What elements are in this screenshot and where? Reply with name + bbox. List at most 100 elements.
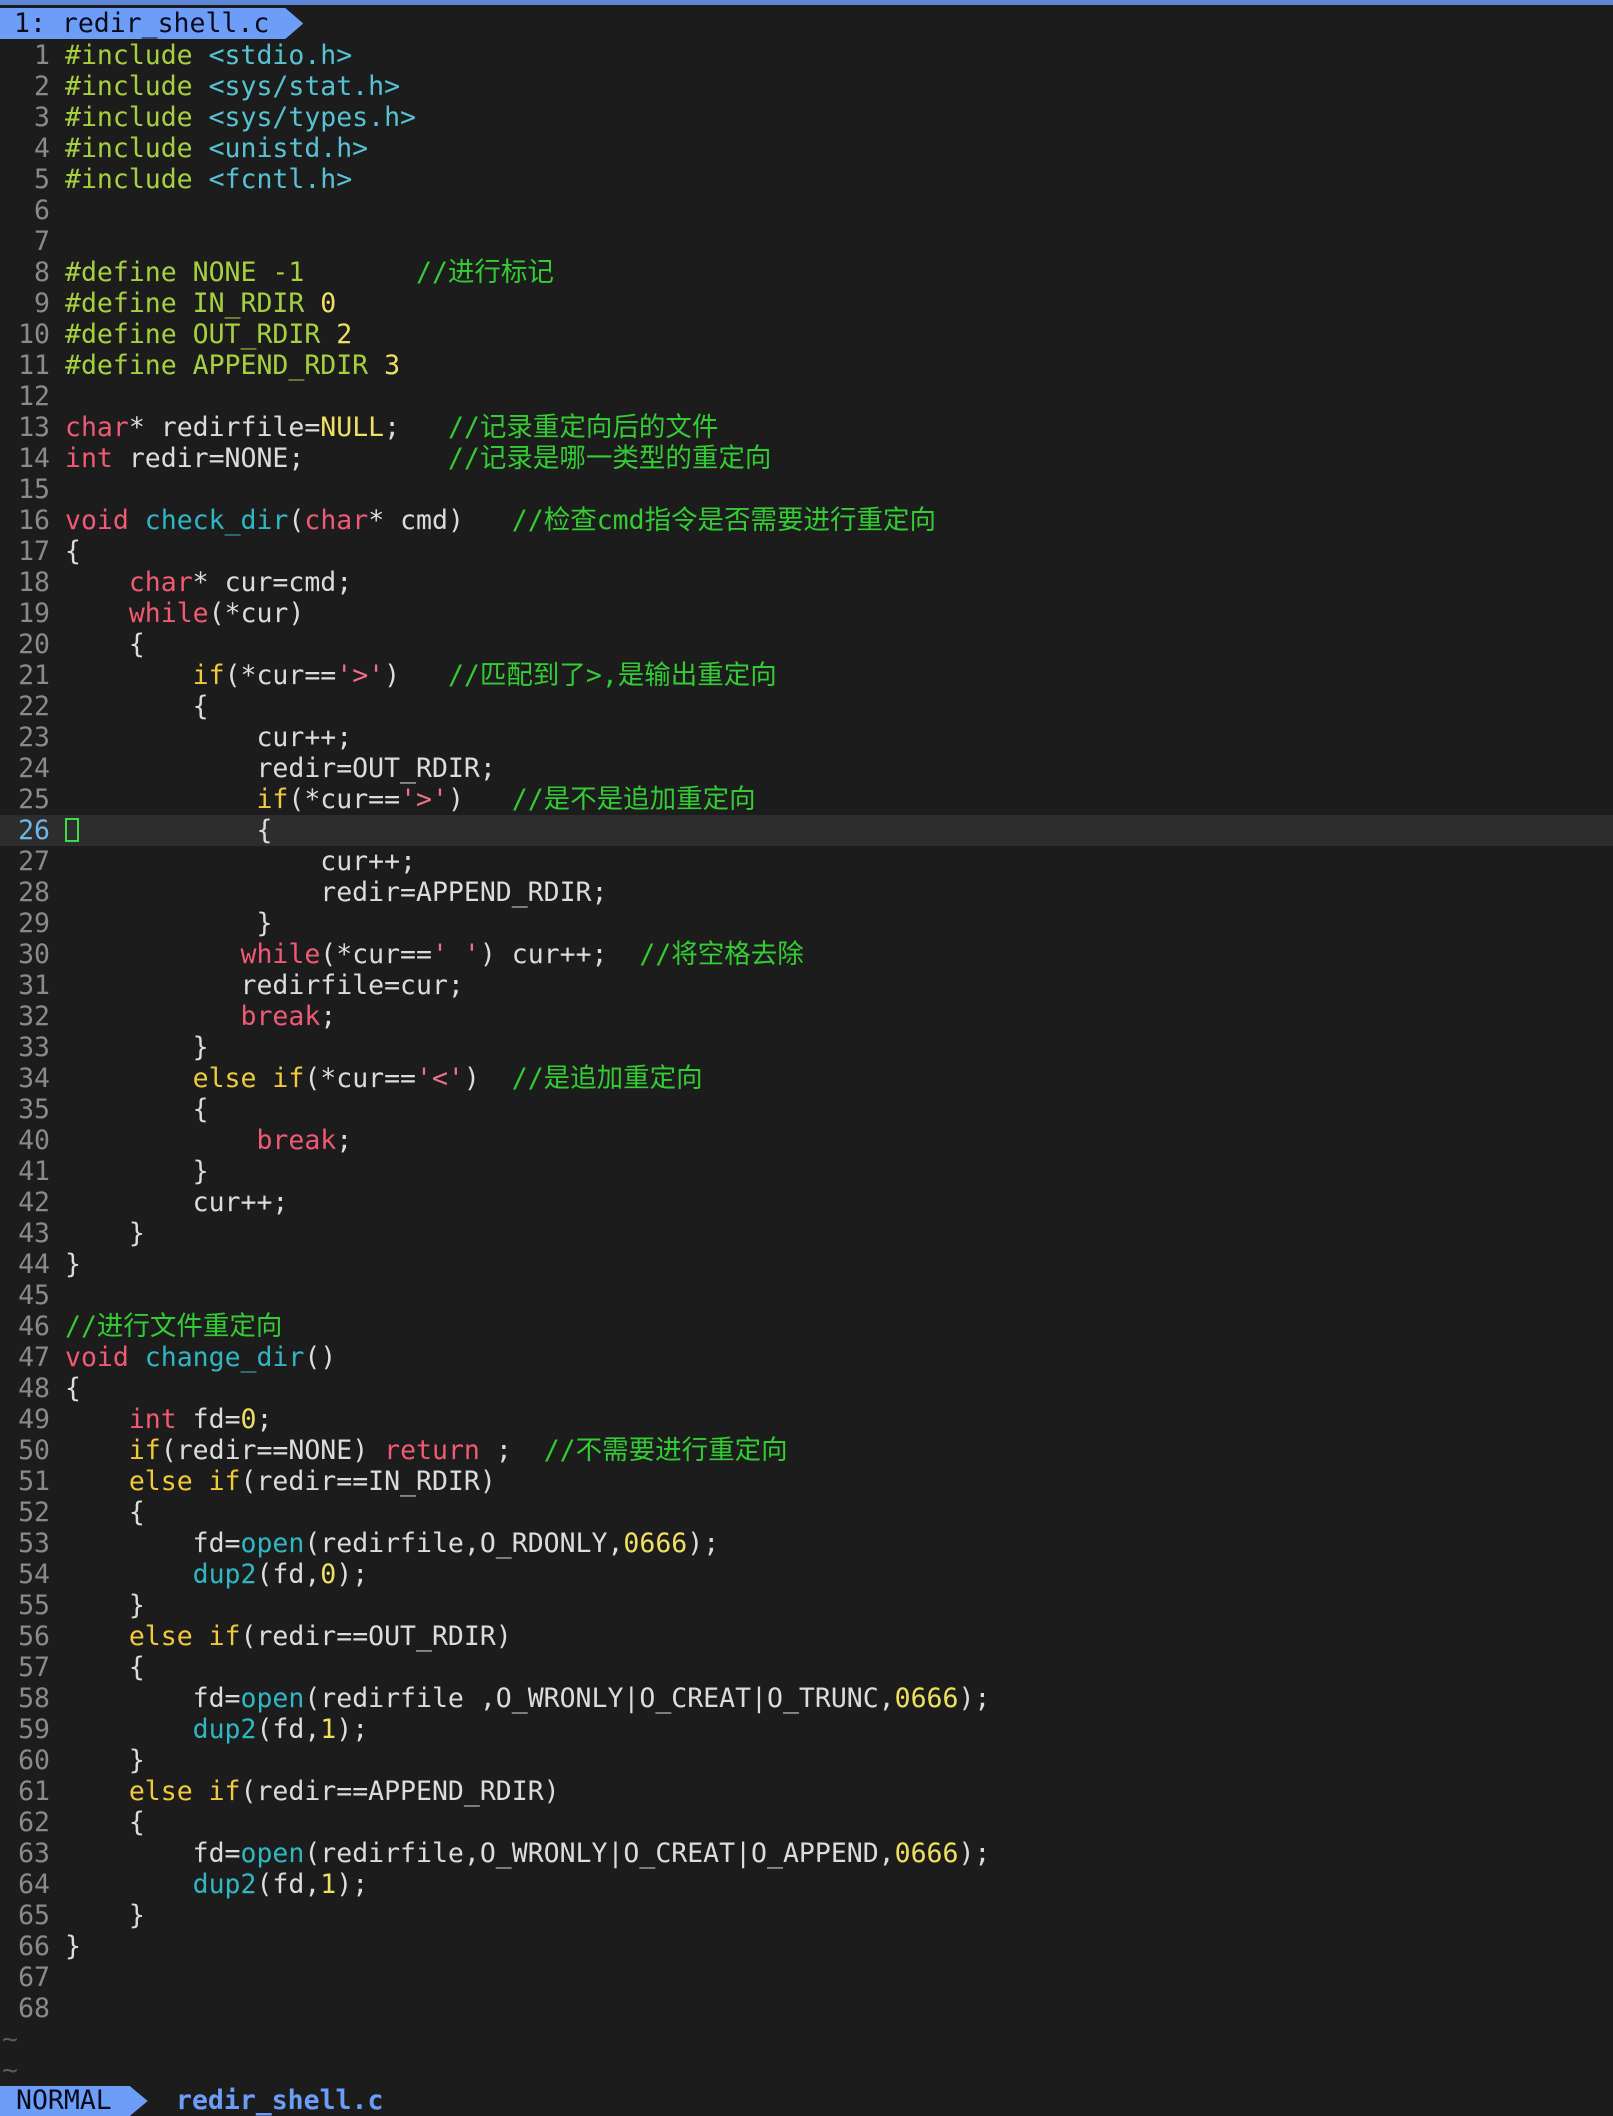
code-line[interactable]: 5 #include <fcntl.h> <box>0 164 1613 195</box>
code-line[interactable]: 50 if(redir==NONE) return ; //不需要进行重定向 <box>0 1435 1613 1466</box>
code-line[interactable]: 19 while(*cur) <box>0 598 1613 629</box>
code-line[interactable]: 3 #include <sys/types.h> <box>0 102 1613 133</box>
code-token: redir=NONE; <box>112 443 448 474</box>
code-text: break; <box>65 1125 352 1156</box>
code-token: (*cur) <box>208 598 305 629</box>
line-number: 10 <box>18 319 50 350</box>
code-line[interactable]: 16 void check_dir(char* cmd) //检查cmd指令是否需… <box>0 505 1613 536</box>
line-number: 59 <box>18 1714 50 1745</box>
code-line[interactable]: 45 <box>0 1280 1613 1311</box>
code-line[interactable]: 68 <box>0 1993 1613 2024</box>
code-text: { <box>65 1373 81 1404</box>
line-number: 5 <box>34 164 50 195</box>
code-line[interactable]: 12 <box>0 381 1613 412</box>
code-line[interactable]: 55 } <box>0 1590 1613 1621</box>
code-line[interactable]: 46 //进行文件重定向 <box>0 1311 1613 1342</box>
code-line[interactable]: 49 int fd=0; <box>0 1404 1613 1435</box>
code-line[interactable]: 1 #include <stdio.h> <box>0 40 1613 71</box>
code-line[interactable]: 8 #define NONE -1 //进行标记 <box>0 257 1613 288</box>
code-line[interactable]: 11 #define APPEND_RDIR 3 <box>0 350 1613 381</box>
code-token: check_dir <box>144 505 289 536</box>
code-line[interactable]: 41 } <box>0 1156 1613 1187</box>
code-line[interactable]: 7 <box>0 226 1613 257</box>
code-line[interactable]: 23 cur++; <box>0 722 1613 753</box>
code-text: #include <unistd.h> <box>65 133 368 164</box>
code-text: } <box>65 1931 81 1962</box>
code-line[interactable]: 33 } <box>0 1032 1613 1063</box>
code-line[interactable]: 56 else if(redir==OUT_RDIR) <box>0 1621 1613 1652</box>
code-line[interactable]: 42 cur++; <box>0 1187 1613 1218</box>
code-token: 3 <box>384 350 401 381</box>
code-token: //进行文件重定向 <box>65 1311 283 1342</box>
code-token: ); <box>958 1838 991 1869</box>
code-line[interactable]: 43 } <box>0 1218 1613 1249</box>
code-token: { <box>65 815 273 846</box>
code-line[interactable]: 62 { <box>0 1807 1613 1838</box>
code-line[interactable]: 20 { <box>0 629 1613 660</box>
code-line[interactable]: 59 dup2(fd,1); <box>0 1714 1613 1745</box>
line-number: 18 <box>18 567 50 598</box>
code-line[interactable]: 48 { <box>0 1373 1613 1404</box>
code-editor[interactable]: 1 #include <stdio.h> 2 #include <sys/stat.h… <box>0 40 1613 2024</box>
code-line[interactable]: 6 <box>0 195 1613 226</box>
code-line[interactable]: 34 else if(*cur=='<') //是追加重定向 <box>0 1063 1613 1094</box>
code-line[interactable]: 47 void change_dir() <box>0 1342 1613 1373</box>
code-line[interactable]: 40 break; <box>0 1125 1613 1156</box>
code-token: ); <box>336 1869 369 1900</box>
code-line[interactable]: 24 redir=OUT_RDIR; <box>0 753 1613 784</box>
code-line[interactable]: 29 } <box>0 908 1613 939</box>
code-token: '>' <box>336 660 385 691</box>
line-number: 51 <box>18 1466 50 1497</box>
code-text: #include <sys/stat.h> <box>65 71 400 102</box>
code-line[interactable]: 21 if(*cur=='>') //匹配到了>,是输出重定向 <box>0 660 1613 691</box>
code-line[interactable]: 32 break; <box>0 1001 1613 1032</box>
line-number: 22 <box>18 691 50 722</box>
code-line[interactable]: 52 { <box>0 1497 1613 1528</box>
code-line[interactable]: 13 char* redirfile=NULL; //记录重定向后的文件 <box>0 412 1613 443</box>
code-line[interactable]: 17 { <box>0 536 1613 567</box>
code-line[interactable]: 53 fd=open(redirfile,O_RDONLY,0666); <box>0 1528 1613 1559</box>
code-token: open <box>240 1528 305 1559</box>
code-line[interactable]: 18 char* cur=cmd; <box>0 567 1613 598</box>
code-line[interactable]: 9 #define IN_RDIR 0 <box>0 288 1613 319</box>
code-line[interactable]: 57 { <box>0 1652 1613 1683</box>
code-line[interactable]: 4 #include <unistd.h> <box>0 133 1613 164</box>
code-line[interactable]: 51 else if(redir==IN_RDIR) <box>0 1466 1613 1497</box>
code-token: (redir==NONE) <box>160 1435 385 1466</box>
code-line[interactable]: 10 #define OUT_RDIR 2 <box>0 319 1613 350</box>
code-line[interactable]: 26 { <box>0 815 1613 846</box>
code-line[interactable]: 31 redirfile=cur; <box>0 970 1613 1001</box>
line-number: 42 <box>18 1187 50 1218</box>
code-token: if <box>192 660 225 691</box>
code-line[interactable]: 15 <box>0 474 1613 505</box>
code-line[interactable]: 25 if(*cur=='>') //是不是追加重定向 <box>0 784 1613 815</box>
code-line[interactable]: 35 { <box>0 1094 1613 1125</box>
code-line[interactable]: 63 fd=open(redirfile,O_WRONLY|O_CREAT|O_… <box>0 1838 1613 1869</box>
code-line[interactable]: 61 else if(redir==APPEND_RDIR) <box>0 1776 1613 1807</box>
code-line[interactable]: 27 cur++; <box>0 846 1613 877</box>
code-line[interactable]: 67 <box>0 1962 1613 1993</box>
code-line[interactable]: 30 while(*cur==' ') cur++; //将空格去除 <box>0 939 1613 970</box>
code-text: #include <stdio.h> <box>65 40 352 71</box>
code-text: { <box>65 629 145 660</box>
code-line[interactable]: 66} <box>0 1931 1613 1962</box>
line-number: 45 <box>18 1280 50 1311</box>
code-token: #include <box>65 164 209 195</box>
code-token: } <box>65 1590 145 1621</box>
code-line[interactable]: 60 } <box>0 1745 1613 1776</box>
code-line[interactable]: 54 dup2(fd,0); <box>0 1559 1613 1590</box>
code-line[interactable]: 28 redir=APPEND_RDIR; <box>0 877 1613 908</box>
code-line[interactable]: 22 { <box>0 691 1613 722</box>
code-line[interactable]: 44} <box>0 1249 1613 1280</box>
code-line[interactable]: 2 #include <sys/stat.h> <box>0 71 1613 102</box>
code-line[interactable]: 14 int redir=NONE; //记录是哪一类型的重定向 <box>0 443 1613 474</box>
code-token: } <box>65 1745 145 1776</box>
code-line[interactable]: 58 fd=open(redirfile ,O_WRONLY|O_CREAT|O… <box>0 1683 1613 1714</box>
code-line[interactable]: 65 } <box>0 1900 1613 1931</box>
buffer-tab[interactable]: 1: redir_shell.c <box>0 8 303 39</box>
code-token: { <box>65 1094 209 1125</box>
code-text: { <box>65 1807 145 1838</box>
code-line[interactable]: 64 dup2(fd,1); <box>0 1869 1613 1900</box>
